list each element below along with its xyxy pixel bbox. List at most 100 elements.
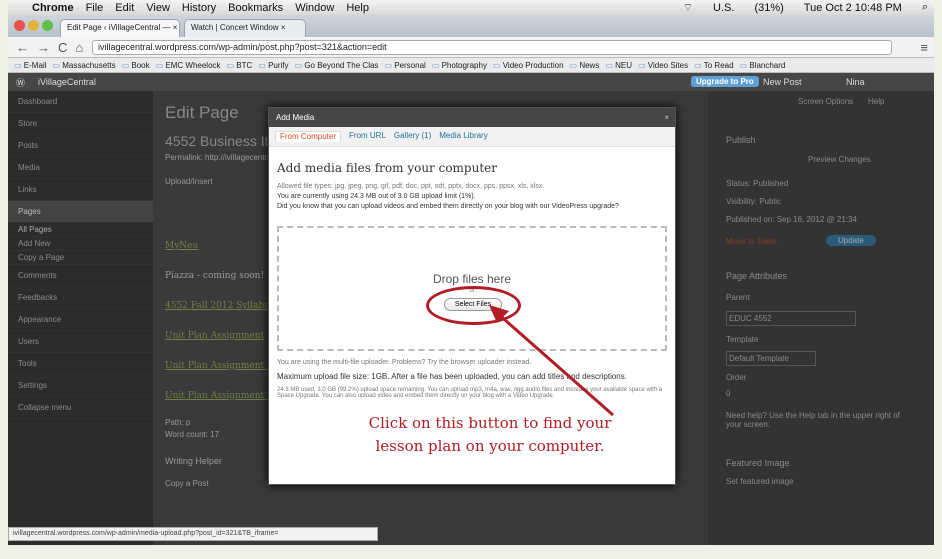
sidebar-item-settings[interactable]: Settings	[8, 375, 153, 397]
bookmark[interactable]: Video Sites	[638, 61, 688, 70]
content-link[interactable]: 4552 Fall 2012 Syllabu	[165, 301, 270, 311]
new-post-link[interactable]: New Post	[763, 77, 802, 87]
menubar-status: ⌔ U.S. (31%) Tue Oct 2 10:48 PM ⌕	[671, 0, 928, 15]
order-input[interactable]: 0	[726, 389, 730, 398]
bookmark[interactable]: E-Mail	[14, 61, 47, 70]
bookmark[interactable]: Personal	[384, 61, 426, 70]
bookmark[interactable]: News	[570, 61, 599, 70]
tab-edit-page[interactable]: Edit Page ‹ iVillageCentral — ×	[60, 19, 180, 37]
minimize-window-icon[interactable]	[28, 20, 39, 31]
region[interactable]: U.S.	[713, 2, 734, 14]
bookmark[interactable]: NEU	[605, 61, 632, 70]
sidebar-item-links[interactable]: Links	[8, 179, 153, 201]
address-bar[interactable]: ivillagecentral.wordpress.com/wp-admin/p…	[92, 40, 892, 55]
bookmark[interactable]: Purify	[258, 61, 288, 70]
update-button[interactable]: Update	[826, 235, 876, 246]
battery[interactable]: (31%)	[754, 2, 783, 14]
dialog-header: Add Media ×	[269, 108, 675, 127]
admin-sidebar: Dashboard Store Posts Media Links Pages …	[8, 91, 153, 545]
sidebar-item-tools[interactable]: Tools	[8, 353, 153, 375]
preview-changes-button[interactable]: Preview Changes	[808, 155, 871, 164]
spotlight-icon[interactable]: ⌕	[922, 1, 928, 14]
tab-media-library[interactable]: Media Library	[439, 131, 487, 142]
zoom-window-icon[interactable]	[42, 20, 53, 31]
sidebar-item-copy-page[interactable]: Copy a Page	[8, 251, 153, 265]
dialog-title: Add Media	[276, 113, 315, 122]
forward-icon[interactable]: →	[37, 40, 50, 55]
tab-gallery[interactable]: Gallery (1)	[394, 131, 431, 142]
copy-post-link[interactable]: Copy a Post	[165, 479, 209, 488]
bookmark[interactable]: Blanchard	[740, 61, 785, 70]
menu-history[interactable]: History	[182, 2, 216, 14]
reload-icon[interactable]: C	[58, 40, 67, 55]
menu-window[interactable]: Window	[295, 2, 334, 14]
user-menu[interactable]: Nina	[846, 77, 865, 87]
bookmark[interactable]: EMC Wheelock	[156, 61, 220, 70]
upgrade-button[interactable]: Upgrade to Pro	[691, 76, 759, 87]
clock[interactable]: Tue Oct 2 10:48 PM	[804, 2, 902, 14]
word-count: Word count: 17	[165, 430, 220, 439]
home-icon[interactable]: ⌂	[75, 40, 83, 55]
url-toolbar: ← → C ⌂ ivillagecentral.wordpress.com/wp…	[8, 37, 934, 58]
bookmark[interactable]: Go Beyond The Clas	[295, 61, 378, 70]
editor-path: Path: p	[165, 418, 191, 427]
content-link[interactable]: MyNeu	[165, 241, 198, 251]
order-label: Order	[726, 373, 747, 382]
tab-from-computer[interactable]: From Computer	[275, 131, 342, 142]
close-icon[interactable]: ×	[664, 113, 669, 122]
back-icon[interactable]: ←	[16, 40, 29, 55]
sidebar-item-posts[interactable]: Posts	[8, 135, 153, 157]
usage-text: You are currently using 24.3 MB out of 3…	[277, 193, 476, 200]
sidebar-item-comments[interactable]: Comments	[8, 265, 153, 287]
help-button[interactable]: Help	[868, 97, 884, 106]
bookmark[interactable]: BTC	[227, 61, 252, 70]
site-name[interactable]: iVillageCentral	[38, 77, 96, 87]
screen-options-button[interactable]: Screen Options	[798, 97, 853, 106]
set-featured-image-link[interactable]: Set featured image	[726, 477, 794, 486]
parent-select[interactable]: EDUC 4552	[726, 311, 856, 326]
template-select[interactable]: Default Template	[726, 351, 816, 366]
visibility-text: Visibility: Public	[726, 197, 781, 206]
sidebar-item-media[interactable]: Media	[8, 157, 153, 179]
upload-insert[interactable]: Upload/Insert	[165, 177, 213, 186]
sidebar-item-all-pages[interactable]: All Pages	[8, 223, 153, 237]
featured-image-title: Featured Image	[726, 458, 790, 468]
collapse-menu[interactable]: Collapse menu	[8, 397, 153, 419]
close-window-icon[interactable]	[14, 20, 25, 31]
sidebar-item-pages[interactable]: Pages	[8, 201, 153, 223]
menu-file[interactable]: File	[86, 2, 104, 14]
permalink[interactable]: Permalink: http://ivillagecentral.w	[165, 153, 282, 162]
bookmark[interactable]: Photography	[432, 61, 487, 70]
bookmark[interactable]: Book	[122, 61, 149, 70]
annotation-caption: Click on this button to find your lesson…	[310, 412, 670, 458]
move-to-trash-link[interactable]: Move to Trash	[726, 237, 777, 246]
tab-label: Watch | Concert Window	[191, 23, 279, 32]
mac-menubar: Chrome File Edit View History Bookmarks …	[8, 0, 934, 15]
wifi-icon[interactable]: ⌔	[683, 1, 693, 15]
sidebar-item-dashboard[interactable]: Dashboard	[8, 91, 153, 113]
content-link[interactable]: Unit Plan Assignment 3	[165, 391, 273, 401]
sidebar-item-feedbacks[interactable]: Feedbacks	[8, 287, 153, 309]
menu-view[interactable]: View	[146, 2, 170, 14]
content-link[interactable]: Unit Plan Assignment 2	[165, 361, 273, 371]
menu-help[interactable]: Help	[346, 2, 369, 14]
right-panel: Screen Options Help Publish Preview Chan…	[708, 91, 934, 545]
bookmark[interactable]: Massachusetts	[52, 61, 115, 70]
menu-icon[interactable]: ≡	[920, 40, 928, 55]
menu-app[interactable]: Chrome	[32, 2, 74, 14]
tab-strip: Edit Page ‹ iVillageCentral — × Watch | …	[8, 15, 934, 37]
bookmark[interactable]: Video Production	[493, 61, 564, 70]
tab-concert-window[interactable]: Watch | Concert Window ×	[184, 19, 306, 37]
content-link[interactable]: Unit Plan Assignment	[165, 331, 264, 341]
sidebar-item-store[interactable]: Store	[8, 113, 153, 135]
menu-bookmarks[interactable]: Bookmarks	[228, 2, 283, 14]
sidebar-item-add-new[interactable]: Add New	[8, 237, 153, 251]
caption-line: lesson plan on your computer.	[375, 437, 605, 455]
menu-edit[interactable]: Edit	[115, 2, 134, 14]
sidebar-item-users[interactable]: Users	[8, 331, 153, 353]
wordpress-icon[interactable]: Ⓦ	[16, 76, 25, 89]
publish-title: Publish	[726, 135, 756, 145]
sidebar-item-appearance[interactable]: Appearance	[8, 309, 153, 331]
tab-from-url[interactable]: From URL	[349, 131, 386, 142]
bookmark[interactable]: To Read	[694, 61, 734, 70]
